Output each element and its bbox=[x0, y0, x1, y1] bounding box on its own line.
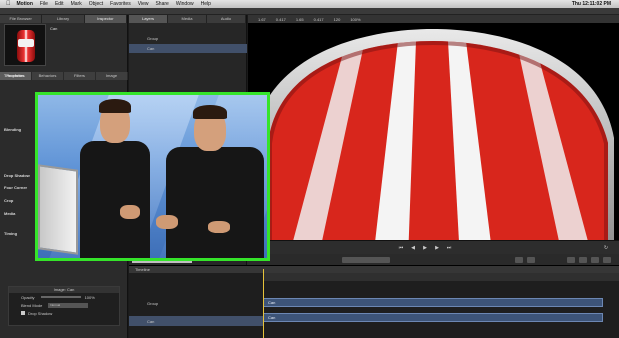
canvas-zoom[interactable]: 100% bbox=[350, 17, 360, 22]
timeline-track-bar[interactable]: Can bbox=[263, 313, 603, 322]
tab-image[interactable]: Image bbox=[96, 72, 128, 80]
opacity-row: Opacity 100% bbox=[9, 293, 119, 301]
menu-favorites[interactable]: Favorites bbox=[110, 1, 131, 7]
zoom-in-button[interactable] bbox=[591, 257, 599, 263]
hair bbox=[193, 105, 227, 119]
blend-mode-row: Blend Mode Normal bbox=[9, 301, 119, 309]
section-media[interactable]: Media bbox=[4, 211, 15, 216]
black-shirt bbox=[166, 147, 264, 258]
opacity-slider[interactable] bbox=[40, 296, 81, 298]
section-four-corner[interactable]: Four Corner bbox=[4, 185, 27, 190]
record-button[interactable] bbox=[515, 257, 523, 263]
canvas-toolbar: 1.67 0.417 1.65 0.417 120 100% bbox=[248, 15, 619, 23]
layer-row-group[interactable]: Group bbox=[129, 34, 247, 43]
timeline-row-group[interactable]: Group bbox=[129, 298, 263, 308]
tab-filters[interactable]: Filters bbox=[64, 72, 96, 80]
blend-hud: Image: Can Opacity 100% Blend Mode Norma… bbox=[8, 286, 120, 326]
settings-button[interactable] bbox=[603, 257, 611, 263]
apple-icon[interactable]:  bbox=[6, 1, 11, 7]
panel-tabs: File Browser Library Inspector bbox=[0, 15, 127, 23]
canvas-value-1: 1.67 bbox=[258, 16, 266, 22]
playhead[interactable] bbox=[263, 269, 264, 338]
tab-media[interactable]: Media bbox=[168, 15, 207, 23]
hand bbox=[156, 215, 178, 229]
tab-behaviors[interactable]: Behaviors bbox=[32, 72, 64, 80]
layer-name: Can bbox=[147, 46, 155, 51]
step-forward-button[interactable]: ▶ bbox=[434, 245, 440, 251]
menu-help[interactable]: Help bbox=[201, 1, 211, 7]
go-to-start-button[interactable]: ⏮ bbox=[398, 245, 404, 251]
timeline-row-label: Can bbox=[147, 318, 155, 324]
opacity-label: Opacity bbox=[21, 294, 35, 300]
section-blending[interactable]: Blending bbox=[4, 127, 21, 132]
transport-bar: ⏮ ◀ ▶ ▶ ⏭ ↻ bbox=[248, 240, 619, 254]
tab-layers[interactable]: Layers bbox=[129, 15, 168, 23]
canvas-value-5: 120 bbox=[333, 16, 341, 22]
menu-share[interactable]: Share bbox=[155, 1, 168, 7]
hands bbox=[120, 205, 140, 219]
tab-file-browser[interactable]: File Browser bbox=[0, 15, 43, 23]
can-label bbox=[18, 39, 34, 47]
menu-clock: Thu 12:11:02 PM bbox=[571, 1, 611, 7]
snap-button[interactable] bbox=[527, 257, 535, 263]
canvas-value-2: 0.417 bbox=[275, 16, 286, 22]
hand bbox=[208, 221, 230, 233]
blend-mode-label: Blend Mode bbox=[21, 302, 43, 308]
section-drop-shadow[interactable]: Drop Shadow bbox=[4, 173, 30, 178]
view-button[interactable] bbox=[567, 257, 575, 263]
presenter-video-overlay bbox=[35, 92, 270, 261]
timeline-panel: Timeline Group Can Can Can bbox=[129, 265, 619, 338]
timeline-row-can[interactable]: Can bbox=[129, 316, 263, 326]
timeline-title: Timeline bbox=[129, 266, 619, 273]
menu-view[interactable]: View bbox=[138, 1, 149, 7]
display-monitor bbox=[38, 164, 78, 255]
clip-name: Can bbox=[50, 26, 58, 31]
drop-shadow-row: Drop Shadow bbox=[9, 309, 119, 317]
clip-thumbnail bbox=[4, 24, 46, 66]
menu-mark[interactable]: Mark bbox=[71, 1, 82, 7]
menu-object[interactable]: Object bbox=[89, 1, 103, 7]
menu-file[interactable]: File bbox=[40, 1, 48, 7]
section-transform[interactable]: Transform bbox=[4, 73, 24, 78]
timeline-ruler[interactable] bbox=[263, 273, 619, 281]
loop-icon[interactable]: ↻ bbox=[603, 245, 609, 251]
tab-inspector[interactable]: Inspector bbox=[84, 15, 127, 23]
layers-tabs: Layers Media Audio bbox=[129, 15, 246, 23]
timecode-display[interactable] bbox=[342, 257, 390, 263]
play-button[interactable]: ▶ bbox=[422, 245, 428, 251]
layer-row-can[interactable]: Can bbox=[129, 44, 247, 53]
tab-library[interactable]: Library bbox=[42, 15, 85, 23]
canvas-viewer[interactable]: 1.67 0.417 1.65 0.417 120 100% bbox=[248, 15, 619, 260]
blend-mode-select[interactable]: Normal bbox=[48, 302, 89, 308]
black-shirt bbox=[80, 141, 150, 258]
menu-bar:  Motion File Edit Mark Object Favorites… bbox=[0, 0, 619, 8]
timeline-row-label: Group bbox=[147, 300, 159, 306]
can-top-render bbox=[253, 29, 614, 260]
go-to-end-button[interactable]: ⏭ bbox=[446, 245, 452, 251]
section-crop[interactable]: Crop bbox=[4, 198, 13, 203]
hair bbox=[99, 99, 131, 113]
drop-shadow-checkbox[interactable] bbox=[21, 311, 25, 315]
drop-shadow-label: Drop Shadow bbox=[28, 310, 53, 316]
window-toolbar bbox=[0, 8, 619, 15]
opacity-value: 100% bbox=[84, 294, 95, 300]
app-menu[interactable]: Motion bbox=[17, 1, 33, 7]
canvas-value-3: 1.65 bbox=[295, 16, 304, 22]
zoom-out-button[interactable] bbox=[579, 257, 587, 263]
step-back-button[interactable]: ◀ bbox=[410, 245, 416, 251]
section-timing[interactable]: Timing bbox=[4, 231, 17, 236]
timeline-track-bar[interactable]: Can bbox=[263, 298, 603, 307]
layer-name: Group bbox=[147, 36, 159, 41]
canvas-value-4: 0.417 bbox=[313, 16, 324, 22]
menu-window[interactable]: Window bbox=[176, 1, 194, 7]
tab-audio[interactable]: Audio bbox=[207, 15, 246, 23]
menu-edit[interactable]: Edit bbox=[55, 1, 64, 7]
